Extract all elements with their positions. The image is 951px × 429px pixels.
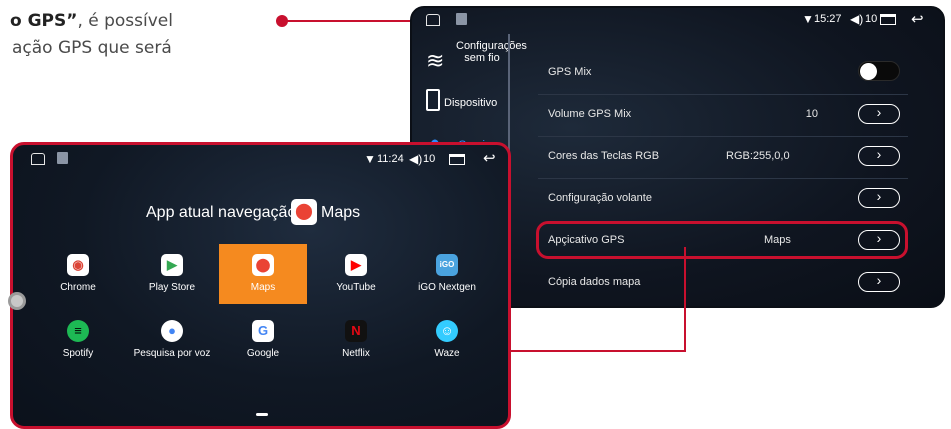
row-label: Cópia dados mapa <box>548 276 641 288</box>
google-icon: G <box>252 320 274 342</box>
side-item-wireless[interactable]: Configurações sem fio <box>456 40 527 64</box>
device-icon <box>426 89 440 111</box>
row-rgb-keys[interactable]: Cores das Teclas RGB RGB:255,0,0 › <box>538 136 908 178</box>
volume-level: 10 <box>865 13 878 25</box>
app-name: Pesquisa por voz <box>133 348 211 359</box>
app-youtube[interactable]: ▶ YouTube <box>312 244 400 304</box>
status-bar: ▼ 11:24 ◀) 10 ↩ <box>13 145 508 171</box>
app-name: Netflix <box>342 348 370 359</box>
chevron-right-icon[interactable]: › <box>858 104 900 124</box>
chrome-icon: ◉ <box>67 254 89 276</box>
row-value: 10 <box>805 108 818 120</box>
youtube-icon: ▶ <box>345 254 367 276</box>
chevron-right-icon[interactable]: › <box>858 272 900 292</box>
side-item-device[interactable]: Dispositivo <box>444 97 510 109</box>
app-picker-screen: ▼ 11:24 ◀) 10 ↩ App atual navegação: ⬤ M… <box>10 142 511 429</box>
row-label: GPS Mix <box>548 66 592 78</box>
scroll-handle[interactable] <box>8 292 26 310</box>
intro-line-1-rest: , é possível <box>77 11 173 31</box>
status-time: 11:24 <box>377 153 404 165</box>
volume-level: 10 <box>423 153 436 165</box>
status-time: 15:27 <box>814 13 842 25</box>
wifi-signal-icon: ▼ <box>364 152 376 166</box>
igo-icon: iGO <box>436 254 458 276</box>
app-name: Play Store <box>148 282 196 293</box>
intro-line-1: o GPS”, é possível <box>0 8 250 35</box>
app-name: Waze <box>434 348 460 359</box>
app-name: iGO Nextgen <box>418 282 476 293</box>
home-icon[interactable] <box>426 14 440 26</box>
chevron-right-icon[interactable]: › <box>858 146 900 166</box>
spotify-icon: ≡ <box>67 320 89 342</box>
app-name: YouTube <box>336 282 376 293</box>
chevron-right-icon[interactable]: › <box>858 188 900 208</box>
recent-apps-icon[interactable] <box>449 154 465 165</box>
app-igo-nextgen[interactable]: iGO iGO Nextgen <box>403 244 491 304</box>
row-label: Volume GPS Mix <box>548 108 632 120</box>
gps-mix-toggle[interactable] <box>858 61 900 81</box>
bottom-handle[interactable] <box>256 413 268 416</box>
maps-icon: ⬤ <box>252 254 274 276</box>
row-label: Configuração volante <box>548 192 652 204</box>
waze-icon: ☺ <box>436 320 458 342</box>
row-steering-config[interactable]: Configuração volante › <box>538 178 908 220</box>
image-icon <box>456 13 467 25</box>
maps-icon: ⬤ <box>291 199 317 225</box>
back-icon[interactable]: ↩ <box>483 149 496 167</box>
side-item-label: Configurações sem fio <box>456 40 527 64</box>
app-name: Maps <box>250 282 276 293</box>
app-waze[interactable]: ☺ Waze <box>403 310 491 370</box>
intro-line-2: ação GPS que será <box>12 38 172 58</box>
intro-text: o GPS”, é possível ação GPS que será <box>0 8 250 62</box>
row-value: RGB:255,0,0 <box>726 150 790 162</box>
row-gps-mix[interactable]: GPS Mix <box>538 52 908 94</box>
row-volume-gps-mix[interactable]: Volume GPS Mix 10 › <box>538 94 908 136</box>
app-name: Google <box>246 348 280 359</box>
app-google[interactable]: G Google <box>219 310 307 370</box>
row-label: Cores das Teclas RGB <box>548 150 660 162</box>
side-item-label: Dispositivo <box>444 97 498 109</box>
callout-line-down-2 <box>684 247 686 351</box>
home-icon[interactable] <box>31 153 45 165</box>
app-netflix[interactable]: N Netflix <box>312 310 400 370</box>
netflix-icon: N <box>345 320 367 342</box>
app-name: Spotify <box>62 348 94 359</box>
app-chrome[interactable]: ◉ Chrome <box>34 244 122 304</box>
status-bar: ▼ 15:27 ◀) 10 ↩ <box>412 8 943 34</box>
app-name: Chrome <box>60 282 96 293</box>
current-nav-app-name: Maps <box>321 204 361 221</box>
back-icon[interactable]: ↩ <box>911 10 924 28</box>
app-spotify[interactable]: ≡ Spotify <box>34 310 122 370</box>
recent-apps-icon[interactable] <box>880 14 896 25</box>
row-map-data-copy[interactable]: Cópia dados mapa › <box>538 262 908 304</box>
voice-search-icon: ● <box>161 320 183 342</box>
app-voice-search[interactable]: ● Pesquisa por voz <box>128 310 216 370</box>
volume-icon: ◀) <box>850 12 864 26</box>
callout-line-bottom <box>509 350 686 352</box>
image-icon <box>57 152 68 164</box>
wifi-signal-icon: ▼ <box>802 12 814 26</box>
intro-bold: o GPS” <box>10 11 78 31</box>
app-maps[interactable]: ⬤ Maps <box>219 244 307 304</box>
current-nav-app-title: App atual navegação: <box>146 204 301 221</box>
play-store-icon: ▶ <box>161 254 183 276</box>
volume-icon: ◀) <box>409 152 423 166</box>
wifi-icon: ≋ <box>426 48 445 73</box>
toggle-knob <box>860 63 877 80</box>
gps-app-highlight <box>536 221 908 259</box>
app-play-store[interactable]: ▶ Play Store <box>128 244 216 304</box>
